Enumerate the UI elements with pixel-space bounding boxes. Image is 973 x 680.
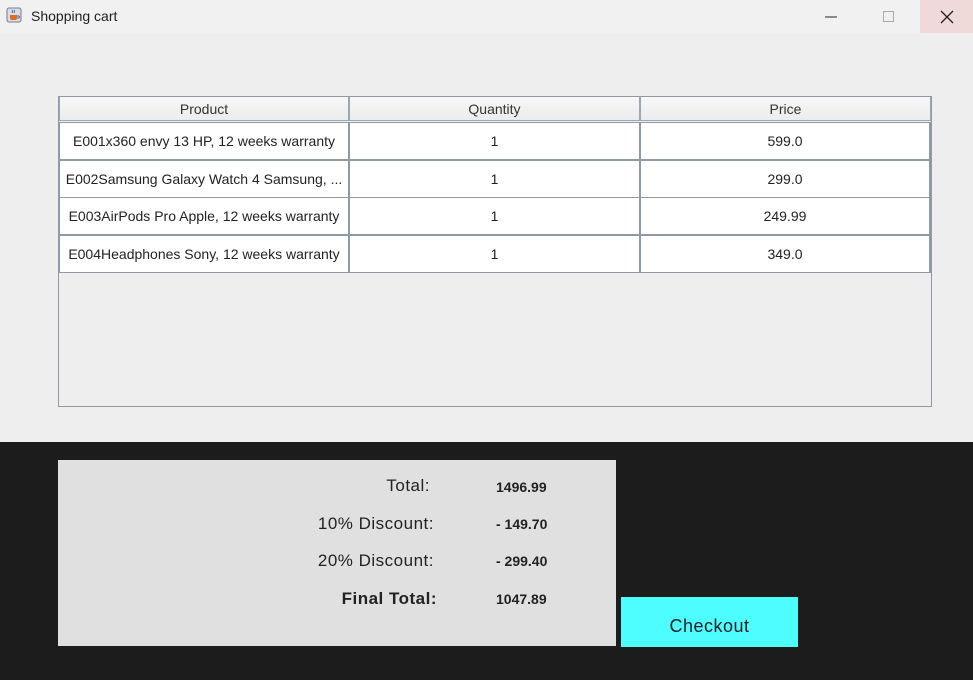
- maximize-button[interactable]: [862, 0, 915, 33]
- cell-product[interactable]: E002Samsung Galaxy Watch 4 Samsung, ...: [59, 160, 349, 198]
- summary-panel: Total: 1496.99 10% Discount: - 149.70 20…: [0, 442, 973, 680]
- total-value: 1496.99: [496, 479, 547, 495]
- table-header: Product Quantity Price: [59, 97, 931, 122]
- cell-price[interactable]: 599.0: [640, 122, 931, 160]
- table-row[interactable]: E002Samsung Galaxy Watch 4 Samsung, ... …: [59, 160, 931, 198]
- close-icon: [940, 10, 953, 23]
- title-bar: Shopping cart: [0, 0, 973, 33]
- java-cup-icon: [6, 7, 22, 23]
- cell-price[interactable]: 249.99: [640, 197, 931, 235]
- cell-product[interactable]: E003AirPods Pro Apple, 12 weeks warranty: [59, 197, 349, 235]
- cell-quantity[interactable]: 1: [349, 197, 640, 235]
- column-header-price[interactable]: Price: [640, 97, 931, 121]
- checkout-button[interactable]: Checkout: [621, 597, 798, 647]
- cell-quantity[interactable]: 1: [349, 160, 640, 198]
- total-label: Total:: [386, 476, 430, 495]
- discount-10-label: 10% Discount:: [317, 514, 434, 533]
- cart-table[interactable]: Product Quantity Price E001x360 envy 13 …: [58, 96, 932, 407]
- discount-20-label: 20% Discount:: [317, 551, 434, 570]
- minimize-button[interactable]: [804, 0, 857, 33]
- close-button[interactable]: [920, 0, 973, 33]
- cell-product[interactable]: E001x360 envy 13 HP, 12 weeks warranty: [59, 122, 349, 160]
- cell-price[interactable]: 299.0: [640, 160, 931, 198]
- totals-box: Total: 1496.99 10% Discount: - 149.70 20…: [58, 460, 616, 646]
- table-row[interactable]: E004Headphones Sony, 12 weeks warranty 1…: [59, 235, 931, 273]
- column-header-product[interactable]: Product: [59, 97, 349, 121]
- cell-product[interactable]: E004Headphones Sony, 12 weeks warranty: [59, 235, 349, 273]
- discount-20-value: - 299.40: [496, 553, 548, 569]
- final-total-label: Final Total:: [341, 589, 437, 608]
- table-row[interactable]: E003AirPods Pro Apple, 12 weeks warranty…: [59, 197, 931, 235]
- table-row[interactable]: E001x360 envy 13 HP, 12 weeks warranty 1…: [59, 122, 931, 160]
- window-title: Shopping cart: [31, 8, 118, 24]
- final-total-value: 1047.89: [496, 591, 547, 607]
- cell-price[interactable]: 349.0: [640, 235, 931, 273]
- cell-quantity[interactable]: 1: [349, 235, 640, 273]
- discount-10-value: - 149.70: [496, 516, 548, 532]
- minimize-icon: [824, 16, 837, 17]
- maximize-icon: [882, 10, 894, 22]
- cell-quantity[interactable]: 1: [349, 122, 640, 160]
- column-header-quantity[interactable]: Quantity: [349, 97, 640, 121]
